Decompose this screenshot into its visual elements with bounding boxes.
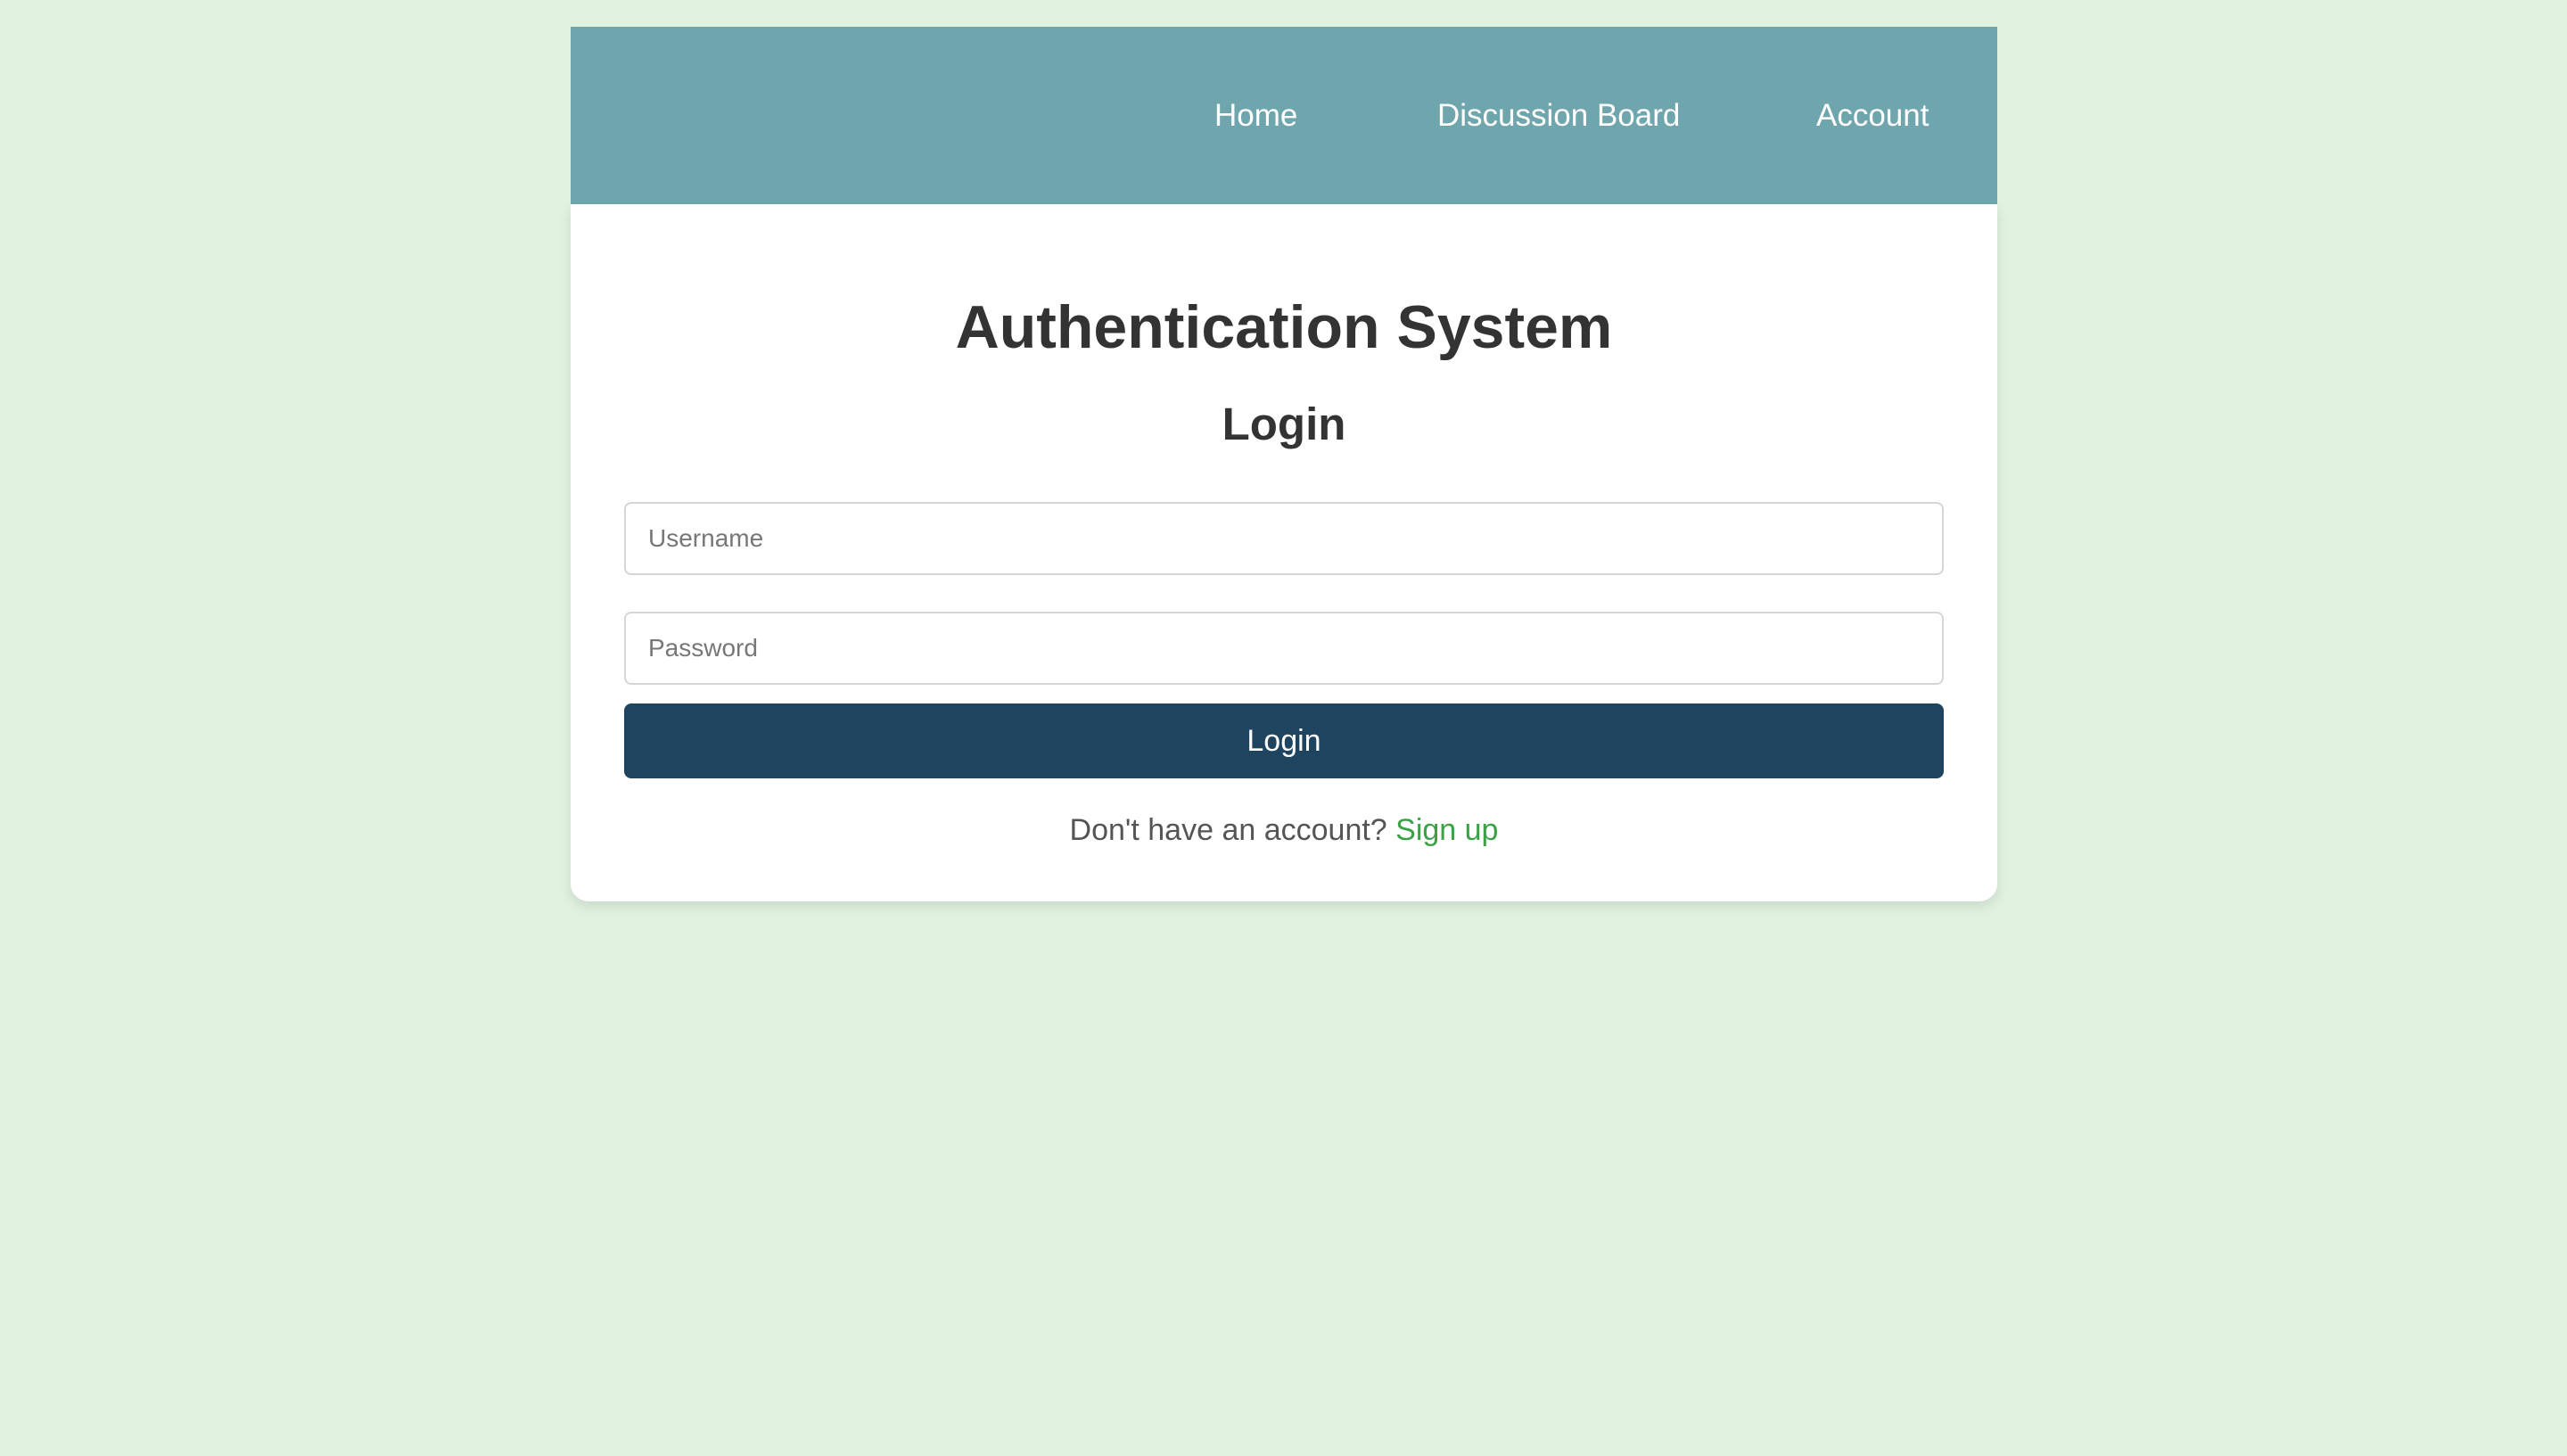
login-card: Authentication System Login Login Don't … xyxy=(571,204,1997,901)
app-frame: Home Discussion Board Account Authentica… xyxy=(571,27,1997,901)
nav-home-link[interactable]: Home xyxy=(1214,27,1297,204)
username-input[interactable] xyxy=(624,502,1944,575)
page-title: Authentication System xyxy=(955,293,1613,361)
signup-link[interactable]: Sign up xyxy=(1395,813,1498,847)
form-title: Login xyxy=(1222,399,1346,449)
login-button[interactable]: Login xyxy=(624,703,1944,778)
signup-prompt-text: Don't have an account? xyxy=(1069,813,1387,847)
navbar: Home Discussion Board Account xyxy=(571,27,1997,204)
signup-prompt-row: Don't have an account? Sign up xyxy=(571,812,1997,849)
password-input[interactable] xyxy=(624,612,1944,685)
nav-account-link[interactable]: Account xyxy=(1816,27,1929,204)
nav-discussion-board-link[interactable]: Discussion Board xyxy=(1437,27,1680,204)
